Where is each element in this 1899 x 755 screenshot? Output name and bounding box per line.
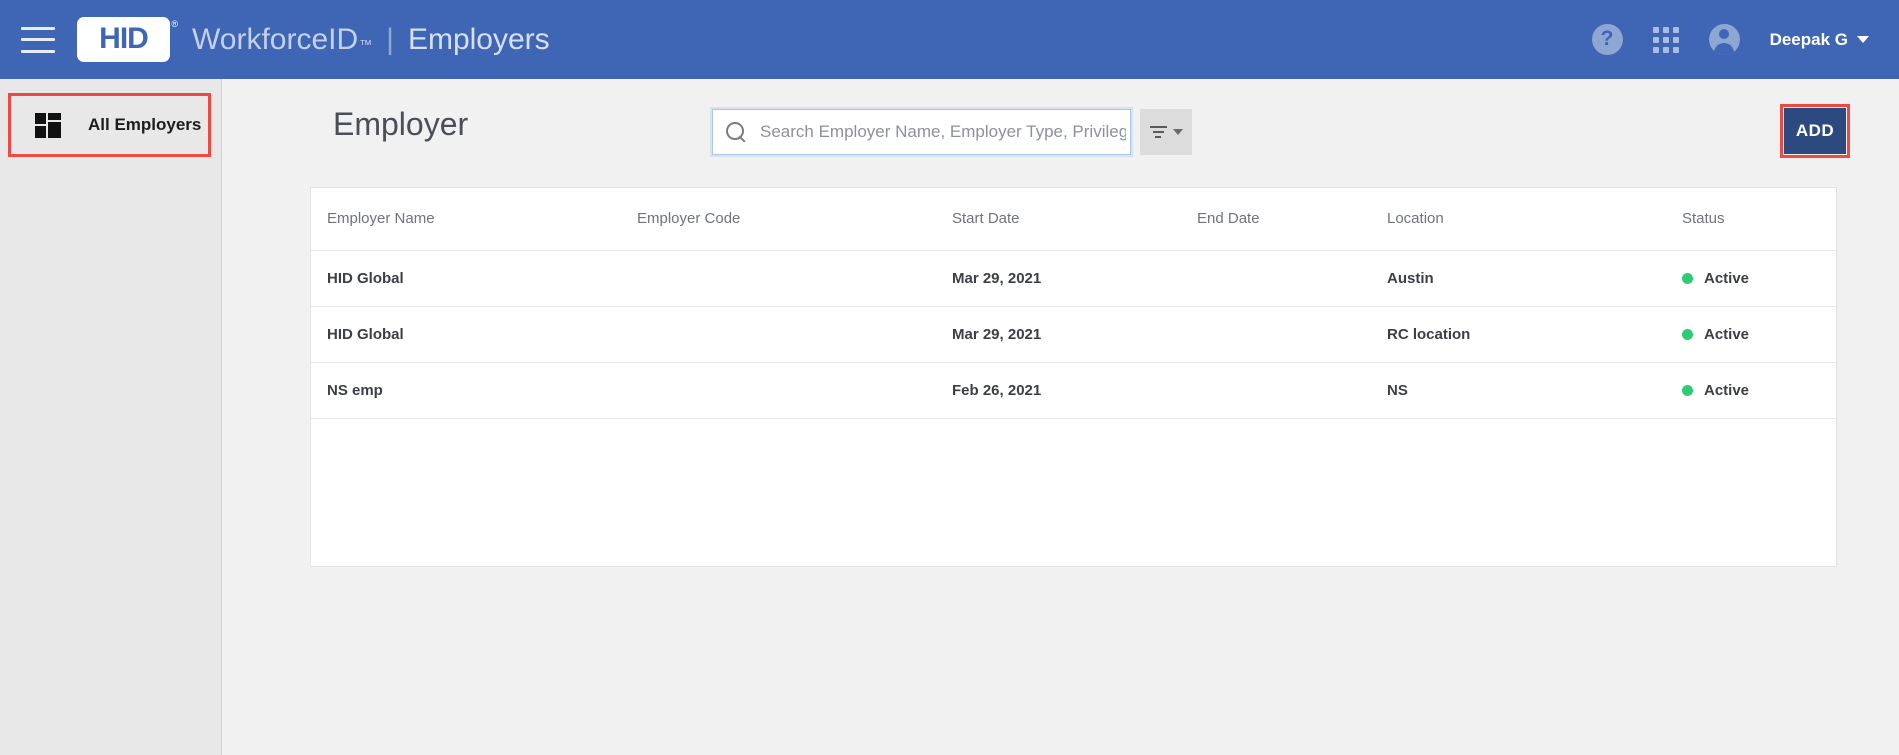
hid-logo[interactable]: HID ® <box>77 17 178 62</box>
grid-cell <box>1652 26 1659 33</box>
cell-status: Active <box>1666 250 1836 307</box>
column-header-status[interactable]: Status <box>1666 188 1836 251</box>
filter-button[interactable] <box>1140 109 1192 155</box>
hamburger-line <box>21 38 55 41</box>
status-dot-icon <box>1682 328 1693 340</box>
cell-location: Austin <box>1371 250 1666 307</box>
status-badge: Active <box>1682 326 1836 343</box>
hid-logo-text: HID <box>99 21 149 55</box>
cell-employer-code <box>621 306 936 363</box>
chevron-down-icon <box>1857 36 1869 43</box>
brand-title: WorkforceID ™ | Employers <box>192 23 550 57</box>
cell-start-date: Feb 26, 2021 <box>936 362 1181 419</box>
employers-table-card: Employer Name Employer Code Start Date E… <box>310 187 1837 567</box>
dash-tile <box>48 121 61 138</box>
user-name-label: Deepak G <box>1769 29 1848 49</box>
status-dot-icon <box>1682 272 1693 284</box>
hamburger-menu-icon[interactable] <box>21 26 55 53</box>
sidebar-item-label: All Employers <box>88 115 202 134</box>
table-body: HID Global Mar 29, 2021 Austin Active HI… <box>311 250 1836 419</box>
column-header-employer-code[interactable]: Employer Code <box>621 188 936 251</box>
filter-line <box>1155 135 1161 139</box>
dash-tile <box>35 112 46 124</box>
status-label: Active <box>1704 269 1750 287</box>
employers-table: Employer Name Employer Code Start Date E… <box>311 188 1836 419</box>
status-label: Active <box>1704 381 1750 399</box>
cell-start-date: Mar 29, 2021 <box>936 250 1181 307</box>
status-dot-icon <box>1682 384 1693 396</box>
status-badge: Active <box>1682 270 1836 287</box>
cell-end-date <box>1181 362 1371 419</box>
column-header-start-date[interactable]: Start Date <box>936 188 1181 251</box>
hamburger-line <box>21 49 55 53</box>
dashboard-grid-icon <box>35 112 61 138</box>
grid-cell <box>1652 46 1659 53</box>
sidebar-item-all-employers[interactable]: All Employers <box>8 93 211 157</box>
grid-cell <box>1662 46 1669 53</box>
main-content: Employer ADD Employer Name Employer Code <box>223 79 1899 755</box>
help-icon[interactable]: ? <box>1591 24 1623 55</box>
cell-end-date <box>1181 250 1371 307</box>
brand-separator: | <box>386 22 394 56</box>
cell-location: NS <box>1371 362 1666 419</box>
add-button[interactable]: ADD <box>1784 108 1846 154</box>
sidebar: All Employers <box>0 79 222 755</box>
chevron-down-icon <box>1173 129 1183 135</box>
filter-line <box>1152 130 1164 134</box>
filter-lines-icon <box>1149 124 1167 140</box>
add-button-wrapper[interactable]: ADD <box>1780 104 1850 158</box>
column-header-employer-name[interactable]: Employer Name <box>311 188 621 251</box>
trademark-mark: ™ <box>359 36 373 52</box>
search-box[interactable] <box>712 109 1131 155</box>
user-avatar-icon[interactable] <box>1708 24 1740 55</box>
registered-mark: ® <box>171 19 178 29</box>
cell-start-date: Mar 29, 2021 <box>936 306 1181 363</box>
status-label: Active <box>1704 325 1750 343</box>
filter-line <box>1149 125 1167 129</box>
brand-section-label: Employers <box>407 22 550 56</box>
cell-employer-name: HID Global <box>311 306 621 363</box>
hamburger-line <box>21 26 55 30</box>
grid-cell <box>1672 46 1679 53</box>
top-header-bar: HID ® WorkforceID ™ | Employers ? Deepak … <box>0 0 1899 79</box>
search-icon <box>725 121 747 143</box>
table-header: Employer Name Employer Code Start Date E… <box>311 188 1836 251</box>
cell-employer-code <box>621 362 936 419</box>
grid-cell <box>1662 36 1669 43</box>
cell-location: RC location <box>1371 306 1666 363</box>
cell-employer-name: NS emp <box>311 362 621 419</box>
user-menu[interactable]: Deepak G <box>1770 30 1869 50</box>
table-row[interactable]: HID Global Mar 29, 2021 RC location Acti… <box>311 306 1836 363</box>
column-header-end-date[interactable]: End Date <box>1181 188 1371 251</box>
cell-employer-code <box>621 250 936 307</box>
status-badge: Active <box>1682 382 1836 399</box>
table-row[interactable]: NS emp Feb 26, 2021 NS Active <box>311 362 1836 419</box>
search-input[interactable] <box>758 121 1128 143</box>
cell-end-date <box>1181 306 1371 363</box>
help-question-mark: ? <box>1600 27 1614 50</box>
table-header-row: Employer Name Employer Code Start Date E… <box>311 188 1836 251</box>
cell-employer-name: HID Global <box>311 250 621 307</box>
grid-cell <box>1672 36 1679 43</box>
grid-cell <box>1672 26 1679 33</box>
grid-cell <box>1652 36 1659 43</box>
dash-tile <box>35 125 46 138</box>
search-toolbar <box>712 109 1192 155</box>
grid-cell <box>1662 26 1669 33</box>
dash-tile <box>48 112 61 120</box>
cell-status: Active <box>1666 362 1836 419</box>
product-name: WorkforceID <box>192 22 359 56</box>
table-row[interactable]: HID Global Mar 29, 2021 Austin Active <box>311 250 1836 307</box>
apps-grid-icon[interactable] <box>1652 26 1679 53</box>
column-header-location[interactable]: Location <box>1371 188 1666 251</box>
page-title: Employer <box>333 106 469 142</box>
header-actions: ? Deepak G <box>1591 24 1869 55</box>
cell-status: Active <box>1666 306 1836 363</box>
